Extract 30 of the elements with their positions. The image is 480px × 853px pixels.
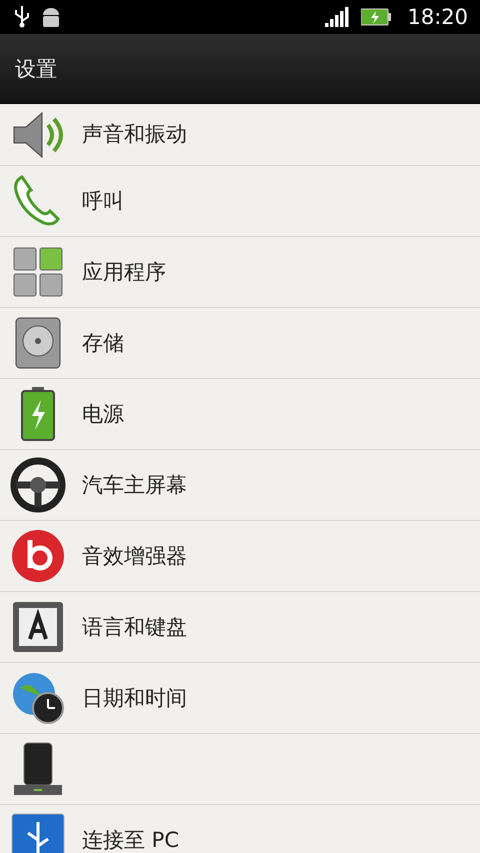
settings-item[interactable]: 电源 bbox=[0, 379, 480, 450]
settings-item[interactable]: 音效增强器 bbox=[0, 521, 480, 592]
battery-charging-icon bbox=[361, 8, 392, 26]
settings-item[interactable]: 呼叫 bbox=[0, 166, 480, 237]
settings-label: 连接至 PC bbox=[82, 828, 180, 852]
settings-label: 日期和时间 bbox=[82, 686, 187, 710]
settings-label: 声音和振动 bbox=[82, 122, 187, 147]
usb-icon bbox=[14, 6, 30, 28]
screen-title: 设置 bbox=[15, 56, 57, 82]
signal-icon bbox=[325, 7, 352, 27]
headphone-logo-icon bbox=[10, 528, 66, 584]
settings-label: 汽车主屏幕 bbox=[82, 472, 187, 498]
settings-item[interactable]: 日期和时间 bbox=[0, 663, 480, 734]
clock-time: 18:20 bbox=[407, 5, 468, 29]
settings-label: 语言和键盘 bbox=[82, 614, 187, 640]
globe-clock-icon bbox=[10, 670, 66, 726]
settings-item[interactable]: 应用程序 bbox=[0, 237, 480, 308]
settings-label: 应用程序 bbox=[82, 260, 166, 284]
settings-item[interactable]: 连接至 PC bbox=[0, 805, 480, 853]
settings-label: 存储 bbox=[82, 330, 124, 356]
settings-item[interactable]: 存储 bbox=[0, 308, 480, 379]
settings-label: 呼叫 bbox=[82, 188, 124, 214]
steering-wheel-icon bbox=[10, 457, 66, 513]
settings-label: 音效增强器 bbox=[82, 544, 187, 568]
settings-item[interactable]: 声音和振动 bbox=[0, 104, 480, 166]
settings-item[interactable]: 语言和键盘 bbox=[0, 592, 480, 663]
key-icon bbox=[10, 599, 66, 655]
settings-item[interactable]: 汽车主屏幕 bbox=[0, 450, 480, 521]
usb-icon bbox=[10, 812, 66, 853]
settings-label: 电源 bbox=[82, 402, 124, 426]
